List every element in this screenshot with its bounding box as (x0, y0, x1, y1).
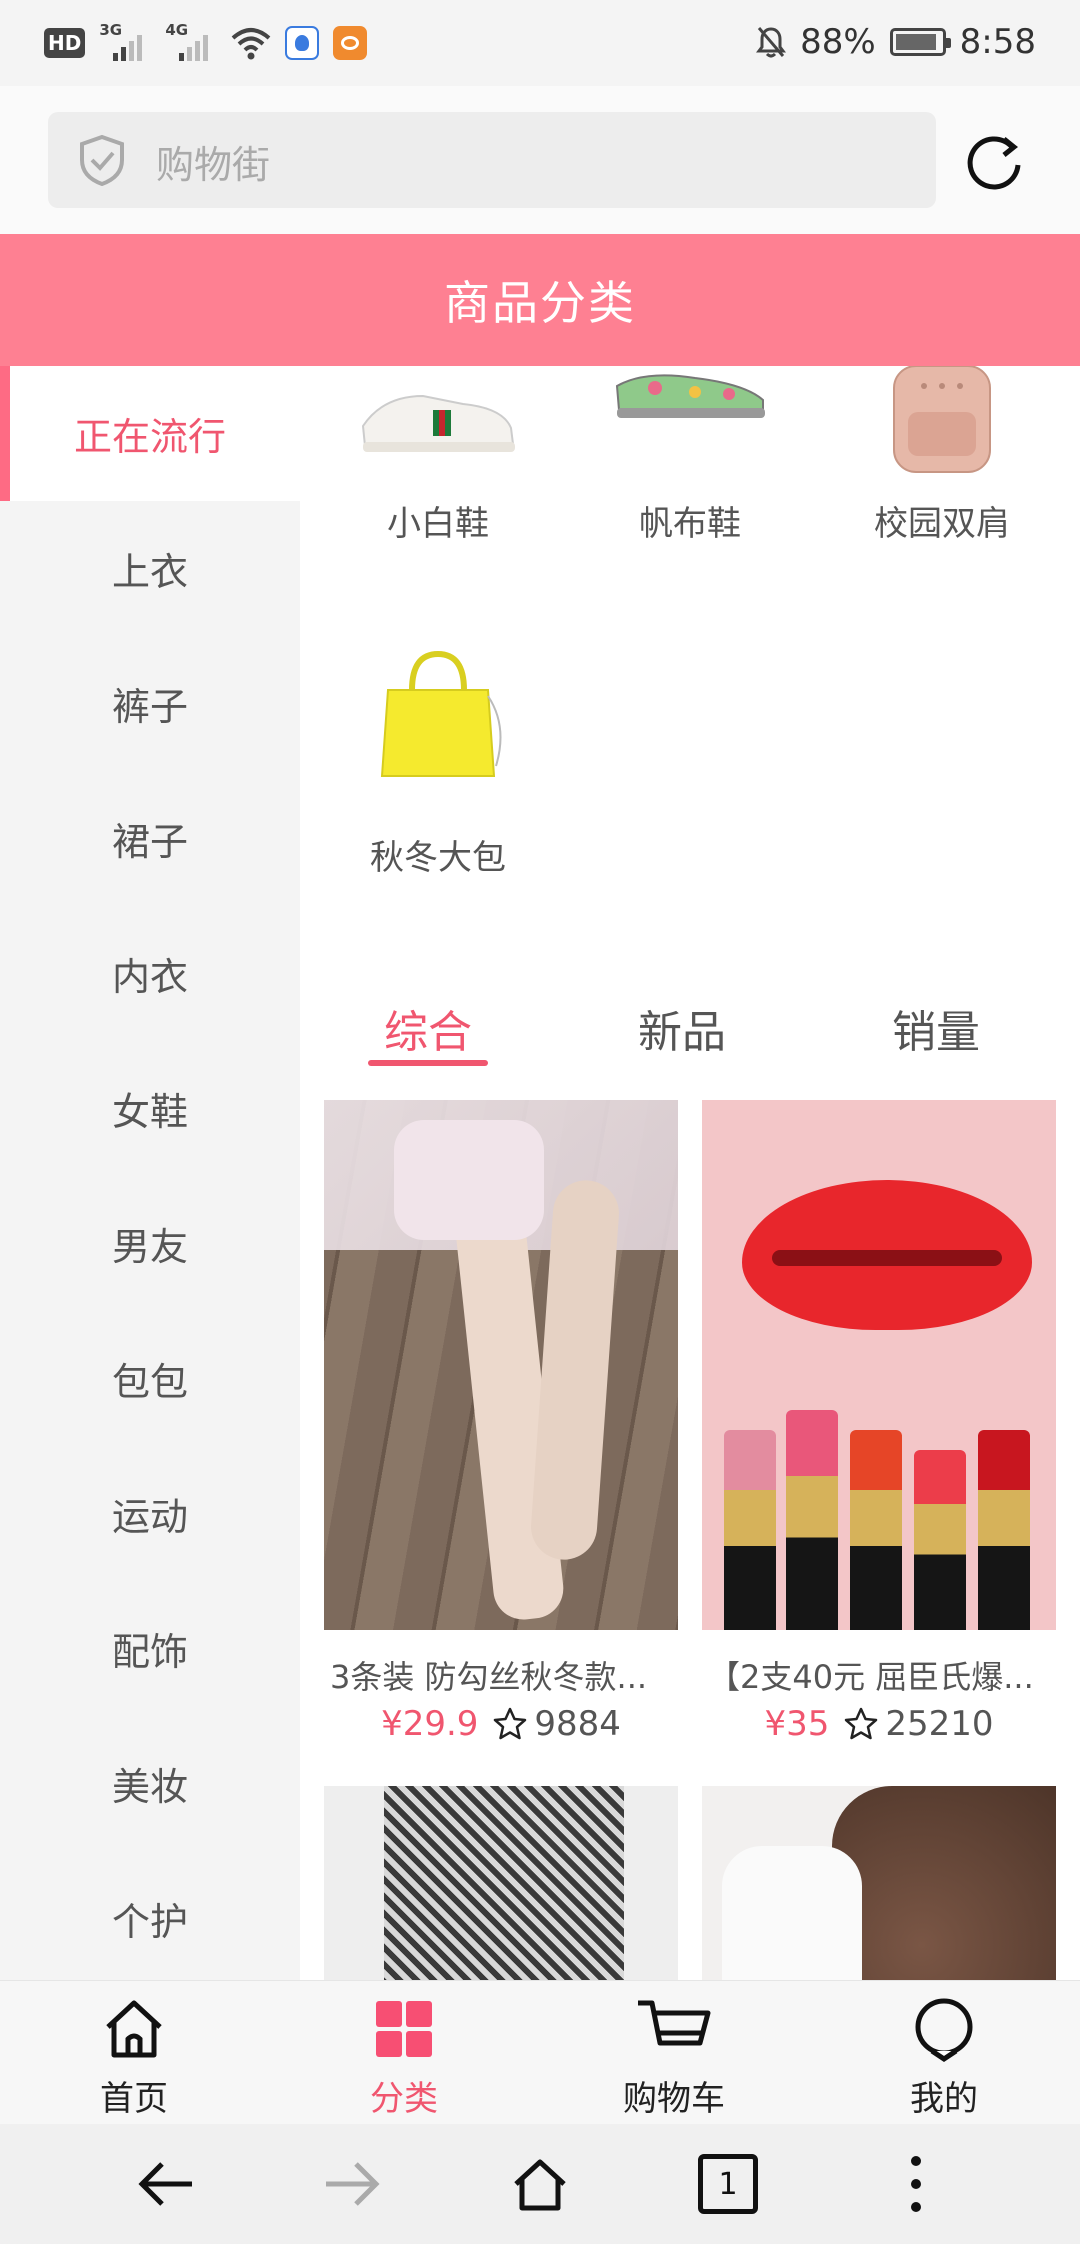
category-grid-icon (376, 2001, 432, 2057)
wifi-icon (232, 28, 271, 60)
tab-label: 分类 (370, 2079, 438, 2119)
signal-3g-icon: 3G (99, 21, 151, 63)
lipstick-photo (702, 1100, 1056, 1630)
product-card[interactable] (702, 1786, 1056, 1980)
tab-cart[interactable]: 购物车 (574, 1995, 774, 2120)
product-meta: ¥29.9 9884 (324, 1704, 678, 1744)
white-sneaker-image (361, 394, 515, 452)
search-input[interactable]: 购物街 (48, 112, 936, 208)
shield-check-icon (80, 134, 124, 186)
mute-bell-icon (756, 27, 787, 58)
curly-hair-model-photo (702, 1786, 1056, 1980)
product-card[interactable]: 【2支40元 屈臣氏爆... ¥35 25210 (702, 1100, 1056, 1744)
tab-sales[interactable]: 销量 (876, 996, 996, 1060)
baidu-app-icon (285, 26, 320, 60)
sidebar-item-tops[interactable]: 上衣 (0, 501, 300, 636)
backpack-image (893, 366, 991, 473)
sidebar-item-bags[interactable]: 包包 (0, 1311, 300, 1446)
sort-tabs: 综合 新品 销量 (300, 976, 1080, 1086)
herringbone-pants-photo (324, 1786, 678, 1980)
subcategory-label: 秋冬大包 (370, 838, 506, 878)
tab-category[interactable]: 分类 (304, 1995, 504, 2120)
product-title: 【2支40元 屈臣氏爆... (708, 1658, 1034, 1696)
tab-label: 首页 (100, 2079, 168, 2119)
sidebar-item-boyfriend[interactable]: 男友 (0, 1176, 300, 1311)
more-menu-icon[interactable] (886, 2154, 946, 2214)
subcategory-label: 帆布鞋 (639, 504, 741, 544)
search-placeholder: 购物街 (156, 143, 271, 187)
product-favorites: 25210 (885, 1704, 994, 1744)
tab-home[interactable]: 首页 (34, 1995, 234, 2120)
category-sidebar: 正在流行 上衣 裤子 裙子 内衣 女鞋 男友 包包 运动 配饰 美妆 个护 (0, 366, 300, 1980)
subcategory-label: 小白鞋 (387, 504, 489, 544)
product-favorites: 9884 (534, 1704, 621, 1744)
canvas-shoe-image (615, 374, 765, 418)
sidebar-item-trending[interactable]: 正在流行 (0, 366, 300, 501)
battery-icon (889, 28, 951, 56)
status-right: 88% 8:58 (756, 18, 1036, 66)
browser-nav-bar: 1 (0, 2124, 1080, 2244)
refresh-icon[interactable] (964, 131, 1024, 191)
product-card[interactable] (324, 1786, 678, 1980)
stockings-photo (324, 1100, 678, 1630)
signal-4g-icon: 4G (165, 21, 217, 63)
subcategory-backpack[interactable]: 校园双肩 (822, 366, 1062, 545)
search-header: 购物街 (0, 86, 1080, 234)
star-icon[interactable] (492, 1706, 528, 1742)
sidebar-item-sports[interactable]: 运动 (0, 1446, 300, 1581)
uc-browser-icon (333, 26, 368, 60)
yellow-handbag-image (380, 650, 502, 777)
clock: 8:58 (959, 22, 1036, 62)
tab-label: 我的 (910, 2079, 978, 2119)
home-icon[interactable] (510, 2154, 570, 2214)
hd-badge: HD (44, 28, 86, 58)
subcategory-label: 校园双肩 (874, 504, 1010, 544)
battery-percent: 88% (800, 22, 876, 62)
product-card[interactable]: 3条装 防勾丝秋冬款... ¥29.9 9884 (324, 1100, 678, 1744)
category-title-bar: 商品分类 (0, 234, 1080, 366)
sidebar-item-underwear[interactable]: 内衣 (0, 906, 300, 1041)
sidebar-item-skirts[interactable]: 裙子 (0, 771, 300, 906)
sidebar-item-pants[interactable]: 裤子 (0, 636, 300, 771)
subcategory-white-sneaker[interactable]: 小白鞋 (318, 366, 558, 545)
sidebar-item-accessories[interactable]: 配饰 (0, 1581, 300, 1716)
home-icon (106, 2000, 162, 2058)
product-meta: ¥35 25210 (702, 1704, 1056, 1744)
profile-icon (915, 1998, 973, 2063)
tab-new-arrivals[interactable]: 新品 (622, 996, 742, 1060)
cart-icon (638, 2000, 711, 2046)
tab-count: 1 (718, 2166, 738, 2202)
product-title: 3条装 防勾丝秋冬款... (330, 1658, 648, 1696)
category-content: 小白鞋 帆布鞋 校园双肩 秋冬大包 综合 新品 销量 3条装 防勾丝秋冬款...… (300, 366, 1080, 1980)
bottom-tab-bar: 首页 分类 购物车 我的 (0, 1980, 1080, 2124)
active-tab-underline (368, 1060, 488, 1066)
tab-label: 购物车 (623, 2079, 725, 2119)
subcategory-yellow-handbag[interactable]: 秋冬大包 (318, 646, 558, 879)
tabs-count-button[interactable]: 1 (698, 2154, 758, 2214)
sidebar-item-womens-shoes[interactable]: 女鞋 (0, 1041, 300, 1176)
status-bar: HD 3G 4G 88% 8:58 (0, 0, 1080, 86)
product-price: ¥29.9 (381, 1704, 479, 1744)
star-icon[interactable] (843, 1706, 879, 1742)
page-title: 商品分类 (444, 276, 636, 330)
tab-comprehensive[interactable]: 综合 (368, 996, 488, 1060)
tab-profile[interactable]: 我的 (844, 1995, 1044, 2120)
forward-arrow-icon[interactable] (322, 2154, 382, 2214)
subcategory-canvas-shoe[interactable]: 帆布鞋 (570, 366, 810, 545)
product-price: ¥35 (764, 1704, 830, 1744)
status-left: HD 3G 4G (44, 21, 368, 64)
sidebar-item-personal-care[interactable]: 个护 (0, 1851, 300, 1986)
sidebar-item-makeup[interactable]: 美妆 (0, 1716, 300, 1851)
back-arrow-icon[interactable] (136, 2154, 196, 2214)
